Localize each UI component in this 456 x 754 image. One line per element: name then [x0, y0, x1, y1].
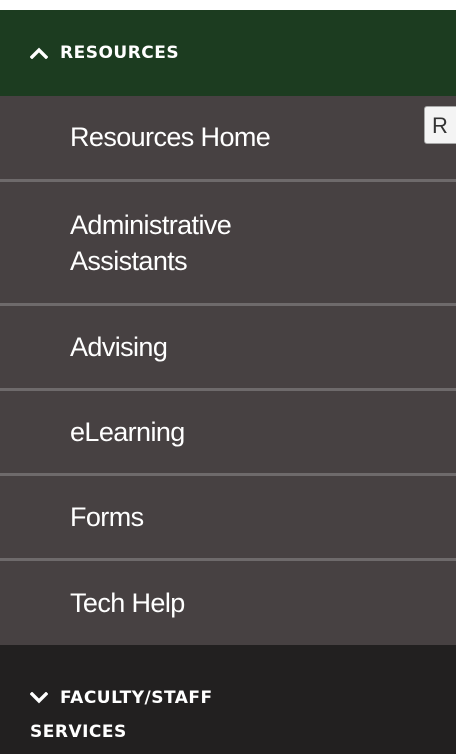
section-header-label: Resources	[60, 43, 180, 63]
menu-item-forms[interactable]: Forms	[0, 476, 456, 561]
menu-item-label: eLearning	[70, 416, 185, 447]
section-header-label-line1: Faculty/Staff	[60, 688, 213, 708]
menu-item-elearning[interactable]: eLearning	[0, 391, 456, 476]
section-header-label-line2: Services	[30, 722, 127, 742]
menu-item-administrative-assistants[interactable]: Administrative Assistants	[0, 182, 456, 306]
section-header-faculty-staff-services[interactable]: Faculty/Staff Services	[0, 645, 456, 754]
tooltip-text: R	[432, 113, 448, 138]
section-header-resources[interactable]: Resources	[0, 10, 456, 96]
menu-item-resources-home[interactable]: Resources Home	[0, 96, 456, 182]
chevron-down-icon	[30, 692, 52, 704]
menu-item-label: Forms	[70, 501, 144, 532]
menu-item-label: Tech Help	[70, 587, 185, 618]
menu-item-label: Resources Home	[70, 122, 271, 152]
chevron-up-icon	[30, 47, 52, 59]
menu-item-label-line2: Assistants	[70, 245, 188, 276]
menu-item-label-line1: Administrative	[70, 209, 232, 240]
sidebar-nav: Resources Resources Home Administrative …	[0, 10, 456, 754]
tooltip: R	[424, 106, 456, 144]
menu-item-label: Administrative Assistants	[70, 207, 232, 279]
menu-item-advising[interactable]: Advising	[0, 306, 456, 391]
menu-item-label: Advising	[70, 331, 168, 362]
menu-item-tech-help[interactable]: Tech Help	[0, 561, 456, 645]
